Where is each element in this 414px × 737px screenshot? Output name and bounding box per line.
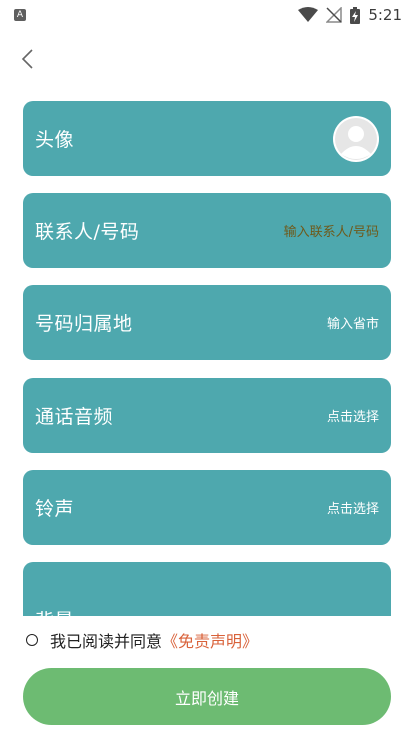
row-label: 号码归属地 [35, 313, 133, 335]
row-hint: 输入省市 [326, 317, 379, 332]
agreement-label: 我已阅读并同意 [50, 632, 163, 651]
disclaimer-link[interactable]: 《免责声明》 [162, 632, 258, 651]
wifi-icon [298, 7, 319, 22]
agreement: 我已阅读并同意《免责声明》 [26, 628, 258, 652]
create-button[interactable]: 立即创建 [23, 668, 391, 725]
row-ringtone[interactable]: 铃声 点击选择 [23, 470, 391, 545]
no-signal-icon [326, 7, 343, 23]
row-label: 联系人/号码 [35, 221, 140, 243]
agreement-text: 我已阅读并同意《免责声明》 [50, 628, 258, 652]
status-time: 5:21 [368, 6, 402, 24]
row-hint: 输入联系人/号码 [283, 225, 379, 240]
status-left: A [14, 9, 26, 21]
row-background[interactable]: 背景 [23, 562, 391, 616]
form-list: 头像 联系人/号码 输入联系人/号码 号码归属地 输入省市 通话音频 点击选择 … [0, 100, 414, 616]
avatar[interactable] [333, 115, 379, 162]
row-label: 铃声 [35, 498, 75, 520]
row-label: 头像 [35, 129, 75, 151]
app-notification-icon: A [14, 9, 26, 21]
user-placeholder-icon [335, 117, 377, 160]
status-bar: A 5:21 [0, 0, 414, 30]
agree-radio[interactable] [26, 634, 38, 646]
row-call-audio[interactable]: 通话音频 点击选择 [23, 378, 391, 453]
chevron-left-icon [21, 49, 33, 69]
row-location[interactable]: 号码归属地 输入省市 [23, 285, 391, 360]
row-contact[interactable]: 联系人/号码 输入联系人/号码 [23, 193, 391, 268]
row-label: 通话音频 [35, 406, 114, 428]
back-button[interactable] [12, 44, 42, 74]
row-label: 背景 [35, 606, 74, 616]
row-avatar[interactable]: 头像 [23, 101, 391, 176]
status-right: 5:21 [298, 6, 402, 24]
row-hint: 点击选择 [326, 410, 379, 425]
battery-charging-icon [350, 6, 361, 24]
row-hint: 点击选择 [326, 502, 379, 517]
